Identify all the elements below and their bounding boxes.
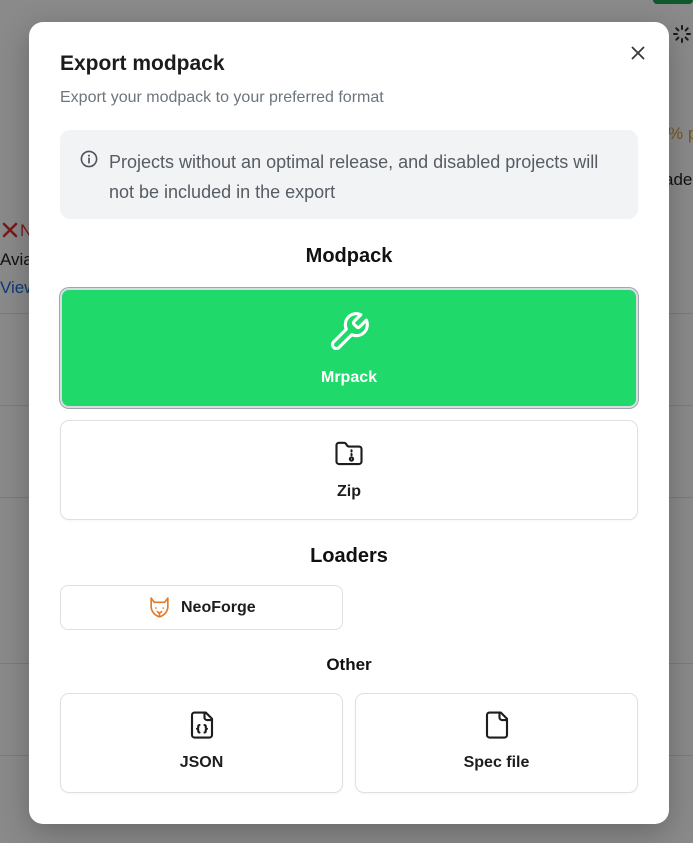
format-option-spec-file[interactable]: Spec file xyxy=(355,693,638,793)
wrench-icon xyxy=(327,310,371,359)
info-icon xyxy=(80,150,98,173)
dialog-title: Export modpack xyxy=(60,52,225,75)
info-notice: Projects without an optimal release, and… xyxy=(60,130,638,219)
format-option-zip[interactable]: Zip xyxy=(60,420,638,520)
dialog-subtitle: Export your modpack to your preferred fo… xyxy=(60,89,384,106)
mrpack-label: Mrpack xyxy=(320,369,378,386)
close-icon xyxy=(631,46,645,60)
section-heading-other: Other xyxy=(326,655,372,674)
file-json-icon xyxy=(187,710,217,745)
zip-label: Zip xyxy=(337,483,361,500)
section-heading-modpack: Modpack xyxy=(305,245,393,267)
folder-zip-icon xyxy=(334,439,364,474)
file-icon xyxy=(482,710,512,745)
format-option-mrpack[interactable]: Mrpack xyxy=(60,288,638,408)
json-label: JSON xyxy=(179,754,224,771)
close-button[interactable] xyxy=(626,41,650,65)
spec-file-label: Spec file xyxy=(463,754,530,771)
neoforge-fox-icon xyxy=(147,595,172,625)
loader-option-neoforge[interactable]: NeoForge xyxy=(60,585,343,630)
neoforge-label: NeoForge xyxy=(181,599,256,616)
section-heading-loaders: Loaders xyxy=(310,545,388,567)
export-modpack-dialog: Export modpack Export your modpack to yo… xyxy=(29,22,669,824)
notice-text: Projects without an optimal release, and… xyxy=(109,152,599,202)
format-option-json[interactable]: JSON xyxy=(60,693,343,793)
